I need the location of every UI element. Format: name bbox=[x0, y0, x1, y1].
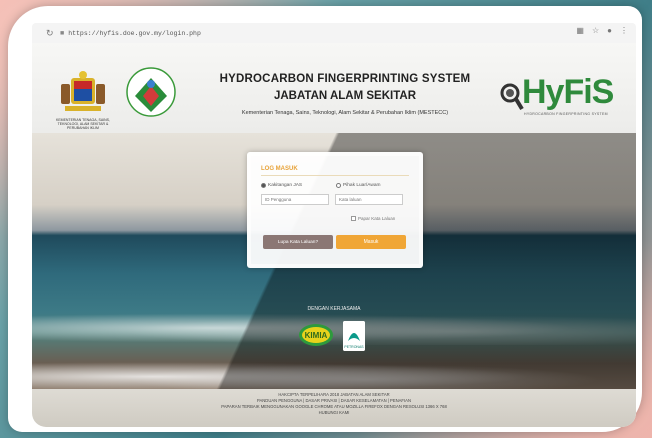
browser-window: ↻ ■ https://hyfis.doe.gov.my/login.php ▦… bbox=[32, 23, 636, 427]
crest-caption: KEMENTERIAN TENAGA, SAINS, TEKNOLOGI, AL… bbox=[55, 118, 110, 130]
radio-selected-icon[interactable] bbox=[261, 183, 266, 188]
contact-link[interactable]: HUBUNGI KAMI bbox=[32, 410, 636, 416]
login-button[interactable]: Masuk bbox=[336, 235, 406, 249]
ministry-subtitle: Kementerian Tenaga, Sains, Teknologi, Al… bbox=[241, 110, 449, 116]
browser-address-bar: ↻ ■ https://hyfis.doe.gov.my/login.php ▦… bbox=[32, 23, 636, 44]
radio-public-label: Pihak Luar/Awam bbox=[343, 183, 381, 188]
kimia-logo-icon[interactable]: KIMIA bbox=[298, 323, 334, 347]
malaysia-crest-icon bbox=[61, 71, 105, 111]
department-title: JABATAN ALAM SEKITAR bbox=[273, 90, 417, 102]
account-icon[interactable]: ● bbox=[607, 26, 612, 35]
divider bbox=[261, 175, 409, 176]
radio-public[interactable]: Pihak Luar/Awam bbox=[336, 183, 381, 188]
hyfis-logo[interactable]: HyFiS HYDROCARBON FINGERPRINTING SYSTEM bbox=[500, 73, 636, 123]
show-password-toggle[interactable]: Papar Kata Laluan bbox=[351, 216, 395, 221]
login-panel: LOG MASUK Kakitangan JAS Pihak Luar/Awam… bbox=[247, 152, 423, 268]
brand-tagline: HYDROCARBON FINGERPRINTING SYSTEM bbox=[524, 112, 608, 116]
radio-staff[interactable]: Kakitangan JAS bbox=[261, 183, 302, 188]
svg-text:PETRONAS: PETRONAS bbox=[344, 345, 364, 349]
site-footer: HAKCIPTA TERPELIHARA 2018 JABATAN ALAM S… bbox=[32, 389, 636, 427]
screenshot-frame: ↻ ■ https://hyfis.doe.gov.my/login.php ▦… bbox=[8, 6, 642, 432]
reload-icon[interactable]: ↻ bbox=[46, 28, 60, 39]
browser-actions: ▦ ☆ ● ⋮ bbox=[576, 26, 628, 35]
system-title: HYDROCARBON FINGERPRINTING SYSTEM bbox=[219, 73, 471, 85]
site-header: KEMENTERIAN TENAGA, SAINS, TEKNOLOGI, AL… bbox=[32, 43, 636, 133]
forgot-password-button[interactable]: Lupa Kata Laluan? bbox=[263, 235, 333, 249]
menu-dots-icon[interactable]: ⋮ bbox=[620, 26, 628, 35]
magnifier-icon bbox=[500, 83, 524, 111]
bookmark-star-icon[interactable]: ☆ bbox=[592, 26, 599, 35]
checkbox-icon[interactable] bbox=[351, 216, 356, 221]
lock-icon[interactable]: ■ bbox=[60, 30, 64, 37]
copyright-text: HAKCIPTA TERPELIHARA 2018 JABATAN ALAM S… bbox=[278, 392, 390, 397]
login-title: LOG MASUK bbox=[261, 166, 298, 172]
partners-label: DENGAN KERJASAMA bbox=[307, 306, 361, 312]
radio-unselected-icon[interactable] bbox=[336, 183, 341, 188]
hero-background: LOG MASUK Kakitangan JAS Pihak Luar/Awam… bbox=[32, 133, 636, 389]
translate-icon[interactable]: ▦ bbox=[576, 26, 584, 35]
svg-text:KIMIA: KIMIA bbox=[305, 331, 328, 340]
show-password-label: Papar Kata Laluan bbox=[358, 216, 396, 221]
radio-staff-label: Kakitangan JAS bbox=[268, 183, 303, 188]
jas-logo-icon[interactable] bbox=[125, 66, 177, 118]
username-input[interactable] bbox=[261, 194, 329, 205]
password-input[interactable] bbox=[335, 194, 403, 205]
brand-name: HyFiS bbox=[522, 73, 614, 111]
url-field[interactable]: https://hyfis.doe.gov.my/login.php bbox=[68, 30, 201, 37]
petronas-logo-icon[interactable]: PETRONAS bbox=[343, 321, 365, 351]
